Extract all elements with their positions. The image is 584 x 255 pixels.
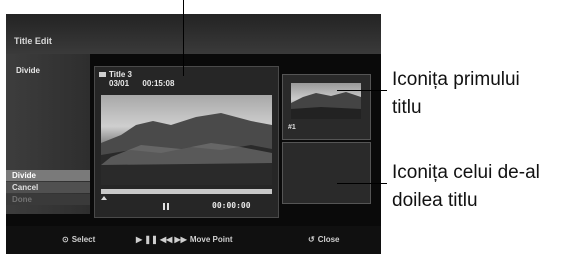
bottom-bar: ⊙ Select ▶ ❚❚ ◀◀ ▶▶ Move Point ↺ Close	[6, 226, 381, 254]
thumbnail-landscape	[291, 92, 361, 119]
dvd-screen: Title Edit Divide Divide Cancel Done Tit…	[6, 14, 381, 254]
preview-title: Title 3	[109, 70, 132, 79]
hint-close-label: Close	[317, 235, 340, 244]
preview-date: 03/01	[109, 79, 130, 88]
position-marker[interactable]	[101, 196, 107, 200]
second-title-callout-line	[337, 183, 387, 184]
return-icon: ↺	[308, 235, 315, 244]
menu-item-done[interactable]: Done	[6, 194, 90, 205]
preview-panel: Title 3 03/01 00:15:08 00:00:00	[94, 66, 279, 218]
video-preview	[101, 95, 272, 185]
first-title-label: #1	[288, 124, 296, 131]
preview-datetime: 03/01 00:15:08	[109, 79, 174, 88]
first-title-image	[291, 83, 361, 119]
timecode: 00:00:00	[212, 201, 251, 210]
menu-item-divide[interactable]: Divide	[6, 170, 90, 181]
screen-title: Title Edit	[14, 36, 52, 46]
hint-select: ⊙ Select	[62, 235, 95, 244]
hint-select-label: Select	[71, 235, 96, 244]
menu-item-cancel[interactable]: Cancel	[6, 182, 90, 193]
landscape-image	[101, 113, 272, 185]
mode-label: Divide	[16, 66, 41, 75]
first-title-callout-line	[337, 90, 387, 91]
second-title-callout-line1: Iconița celui de-al	[392, 162, 540, 183]
select-icon: ⊙	[62, 235, 69, 244]
first-title-thumbnail[interactable]: #1	[282, 74, 371, 140]
hint-move-point: ▶ ❚❚ ◀◀ ▶▶ Move Point	[136, 235, 233, 244]
left-panel: Divide Divide Cancel Done	[6, 54, 90, 214]
first-title-callout-line1: Iconița primului	[392, 69, 520, 90]
second-title-callout-line2: doilea titlu	[392, 190, 478, 211]
top-band	[6, 14, 381, 54]
timeline-bar[interactable]	[101, 189, 272, 194]
edit-menu: Divide Cancel Done	[6, 170, 90, 206]
title-icon	[99, 72, 106, 77]
preview-time: 00:15:08	[142, 79, 175, 88]
second-title-thumbnail[interactable]	[282, 142, 371, 204]
pause-icon	[163, 203, 169, 210]
first-title-callout-line2: titlu	[392, 97, 422, 118]
hint-close: ↺ Close	[308, 235, 340, 244]
hint-move-point-label: Move Point	[189, 235, 233, 244]
transport-icons: ▶ ❚❚ ◀◀ ▶▶	[136, 235, 187, 244]
top-callout-line	[183, 0, 184, 76]
